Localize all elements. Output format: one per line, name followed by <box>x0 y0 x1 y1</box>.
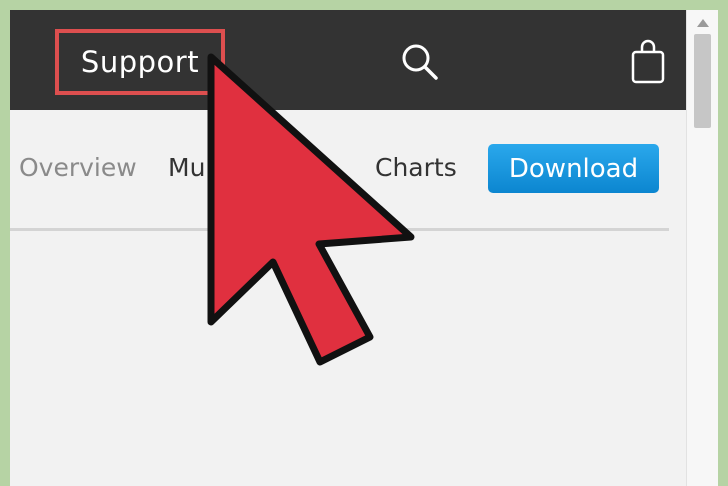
subnav-item-music[interactable]: Mu <box>168 152 205 184</box>
download-button[interactable]: Download <box>488 144 659 193</box>
scrollbar-thumb[interactable] <box>694 34 711 128</box>
browser-window: Support <box>10 10 718 486</box>
subnav-item-overview[interactable]: Overview <box>19 152 137 184</box>
scroll-up-arrow-icon[interactable] <box>696 18 710 28</box>
support-link[interactable]: Support <box>55 29 225 95</box>
search-button[interactable] <box>398 40 442 84</box>
shopping-bag-button[interactable] <box>626 36 670 84</box>
support-label: Support <box>80 45 200 79</box>
subnav-item-charts[interactable]: Charts <box>375 152 457 184</box>
shopping-bag-icon <box>631 39 665 84</box>
global-nav-bar: Support <box>10 10 686 110</box>
search-icon <box>402 44 438 80</box>
subnav-divider <box>10 228 669 231</box>
download-button-label: Download <box>508 153 639 184</box>
vertical-scrollbar[interactable] <box>686 10 718 486</box>
